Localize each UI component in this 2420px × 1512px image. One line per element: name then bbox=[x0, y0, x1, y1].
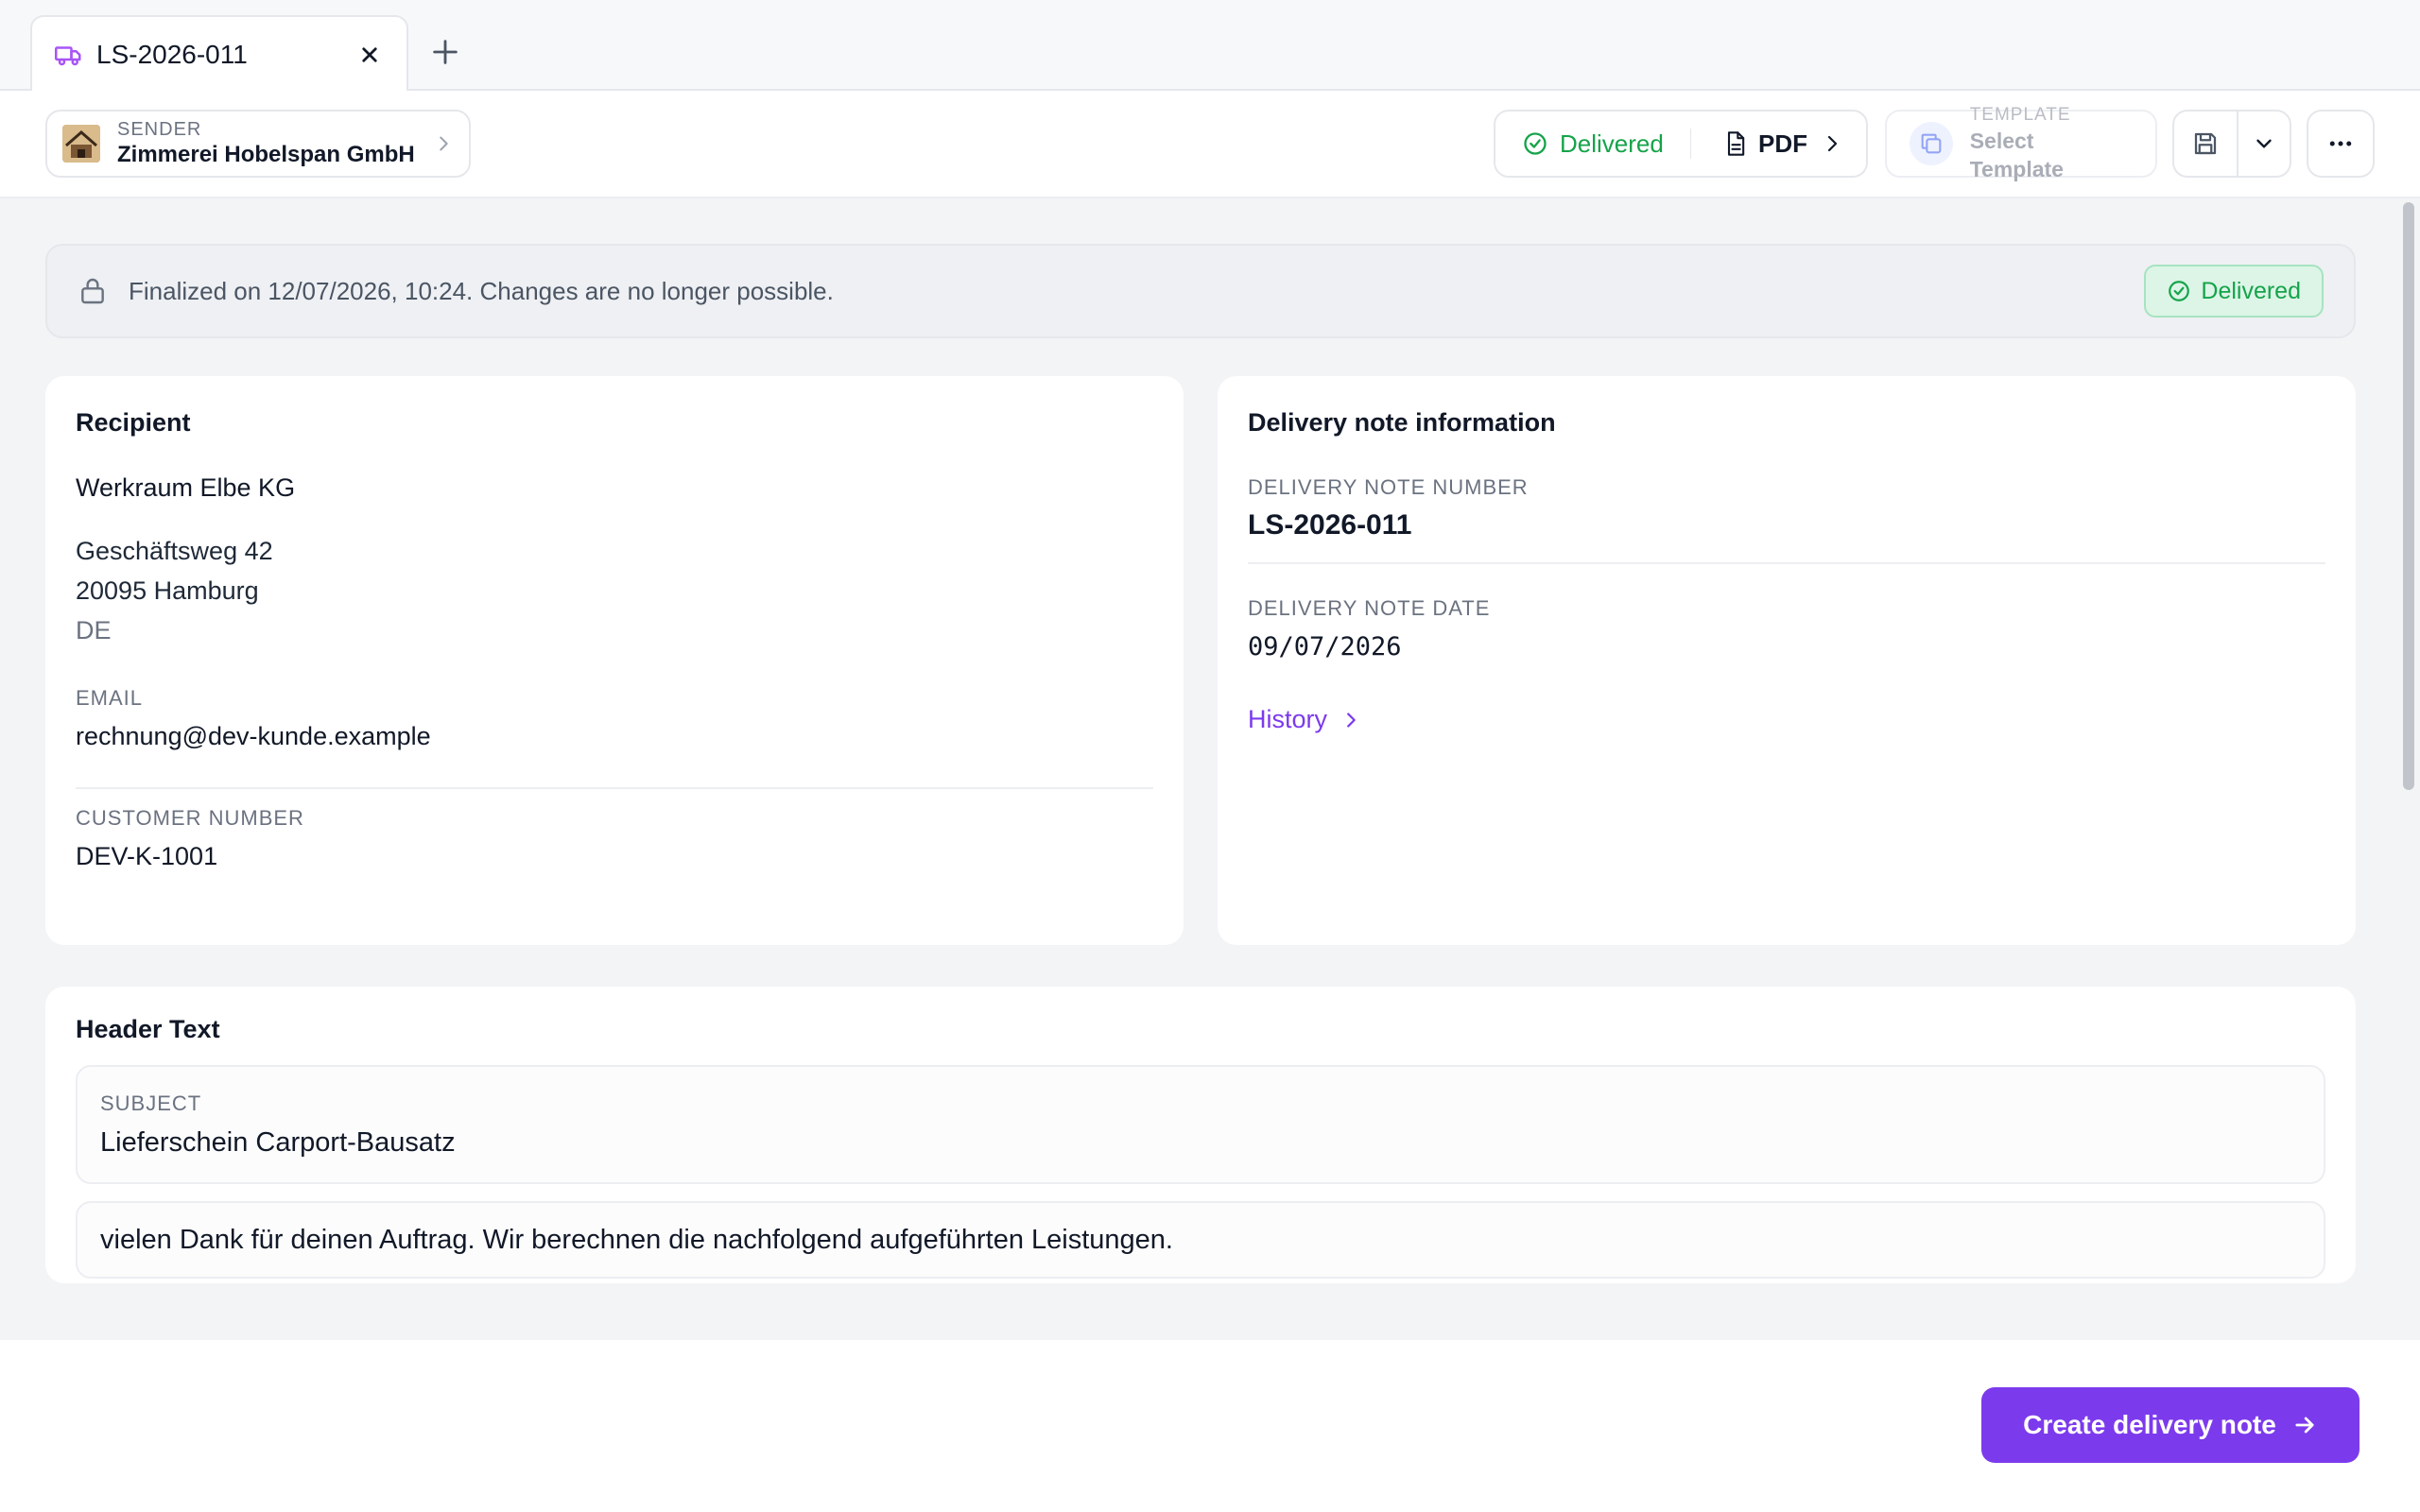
more-horizontal-icon bbox=[2329, 141, 2352, 146]
history-link[interactable]: History bbox=[1248, 705, 2325, 734]
footer-bar: Create delivery note bbox=[0, 1340, 2420, 1512]
scrollbar-thumb[interactable] bbox=[2403, 202, 2414, 790]
check-circle-icon bbox=[1524, 132, 1547, 155]
toolbar: SENDER Zimmerei Hobelspan GmbH Delivered… bbox=[0, 91, 2420, 198]
sender-selector[interactable]: SENDER Zimmerei Hobelspan GmbH bbox=[45, 110, 471, 178]
subject-value: Lieferschein Carport-Bausatz bbox=[100, 1127, 456, 1158]
recipient-card: Recipient Werkraum Elbe KG Geschäftsweg … bbox=[45, 376, 1184, 945]
document-icon bbox=[1727, 131, 1745, 156]
template-value: Select Template bbox=[1969, 129, 2064, 181]
history-label: History bbox=[1248, 705, 1328, 733]
delivery-note-number-label: DELIVERY NOTE NUMBER bbox=[1248, 475, 1529, 499]
subject-field: SUBJECT Lieferschein Carport-Bausatz bbox=[76, 1065, 2325, 1184]
recipient-city: 20095 Hamburg bbox=[76, 576, 259, 605]
chevron-right-icon bbox=[1347, 712, 1356, 728]
header-body-text: vielen Dank für deinen Auftrag. Wir bere… bbox=[100, 1224, 1173, 1255]
customer-number-label: CUSTOMER NUMBER bbox=[76, 806, 304, 830]
subject-label: SUBJECT bbox=[100, 1091, 202, 1115]
pdf-label: PDF bbox=[1758, 129, 1807, 158]
content-area: Finalized on 12/07/2026, 10:24. Changes … bbox=[0, 198, 2420, 1340]
create-delivery-note-button[interactable]: Create delivery note bbox=[1981, 1387, 2360, 1463]
info-title: Delivery note information bbox=[1248, 408, 1556, 437]
notice-text: Finalized on 12/07/2026, 10:24. Changes … bbox=[129, 276, 834, 305]
customer-number-value: DEV-K-1001 bbox=[76, 842, 218, 870]
sender-label: SENDER bbox=[117, 119, 202, 140]
copy-icon bbox=[1921, 133, 1942, 154]
sender-name: Zimmerei Hobelspan GmbH bbox=[117, 142, 415, 167]
lock-icon bbox=[81, 278, 104, 304]
check-circle-icon bbox=[2169, 281, 2190, 301]
status-pdf-group: Delivered PDF bbox=[1494, 110, 1868, 178]
header-text-title: Header Text bbox=[76, 1015, 220, 1043]
header-body-field: vielen Dank für deinen Auftrag. Wir bere… bbox=[76, 1201, 2325, 1279]
delivery-note-number: LS-2026-011 bbox=[1248, 509, 1412, 541]
delivery-note-info-card: Delivery note information DELIVERY NOTE … bbox=[1218, 376, 2356, 945]
divider bbox=[1248, 562, 2325, 564]
tab-title: LS-2026-011 bbox=[96, 40, 248, 69]
plus-icon[interactable] bbox=[429, 36, 461, 68]
more-options-button[interactable] bbox=[2307, 110, 2375, 178]
chevron-down-icon bbox=[2256, 139, 2272, 148]
template-selector[interactable]: TEMPLATE Select Template bbox=[1885, 105, 2157, 181]
divider bbox=[76, 787, 1153, 789]
status-button[interactable]: Delivered bbox=[1495, 112, 1690, 176]
save-icon bbox=[2194, 132, 2217, 155]
template-label: TEMPLATE bbox=[1969, 105, 2071, 125]
chevron-right-icon bbox=[440, 136, 448, 151]
save-button[interactable] bbox=[2174, 112, 2238, 176]
tab-bar: LS-2026-011 bbox=[0, 0, 2420, 93]
sender-logo bbox=[62, 125, 100, 163]
status-badge: Delivered bbox=[2144, 265, 2324, 318]
recipient-name: Werkraum Elbe KG bbox=[76, 473, 296, 502]
delivery-note-date-label: DELIVERY NOTE DATE bbox=[1248, 596, 1491, 620]
status-label: Delivered bbox=[1560, 129, 1664, 158]
finalized-notice: Finalized on 12/07/2026, 10:24. Changes … bbox=[45, 244, 2356, 338]
email-label: EMAIL bbox=[76, 686, 144, 710]
recipient-country: DE bbox=[76, 616, 112, 644]
recipient-title: Recipient bbox=[76, 408, 191, 437]
header-text-card: Header Text SUBJECT Lieferschein Carport… bbox=[45, 987, 2356, 1283]
arrow-right-icon bbox=[2295, 1417, 2314, 1434]
truck-icon bbox=[55, 46, 81, 66]
recipient-address: Geschäftsweg 42 20095 Hamburg DE bbox=[76, 531, 1153, 650]
tab-delivery-note[interactable]: LS-2026-011 bbox=[30, 15, 408, 93]
email-value: rechnung@dev-kunde.example bbox=[76, 722, 431, 750]
save-group bbox=[2172, 110, 2291, 178]
pdf-button[interactable]: PDF bbox=[1690, 112, 1866, 176]
delivery-note-date: 09/07/2026 bbox=[1248, 632, 1402, 662]
status-badge-label: Delivered bbox=[2201, 277, 2301, 304]
recipient-street: Geschäftsweg 42 bbox=[76, 537, 273, 565]
create-delivery-note-label: Create delivery note bbox=[2023, 1410, 2276, 1439]
chevron-right-icon bbox=[1827, 135, 1838, 152]
save-options-dropdown[interactable] bbox=[2238, 112, 2290, 176]
close-icon[interactable] bbox=[355, 41, 384, 69]
